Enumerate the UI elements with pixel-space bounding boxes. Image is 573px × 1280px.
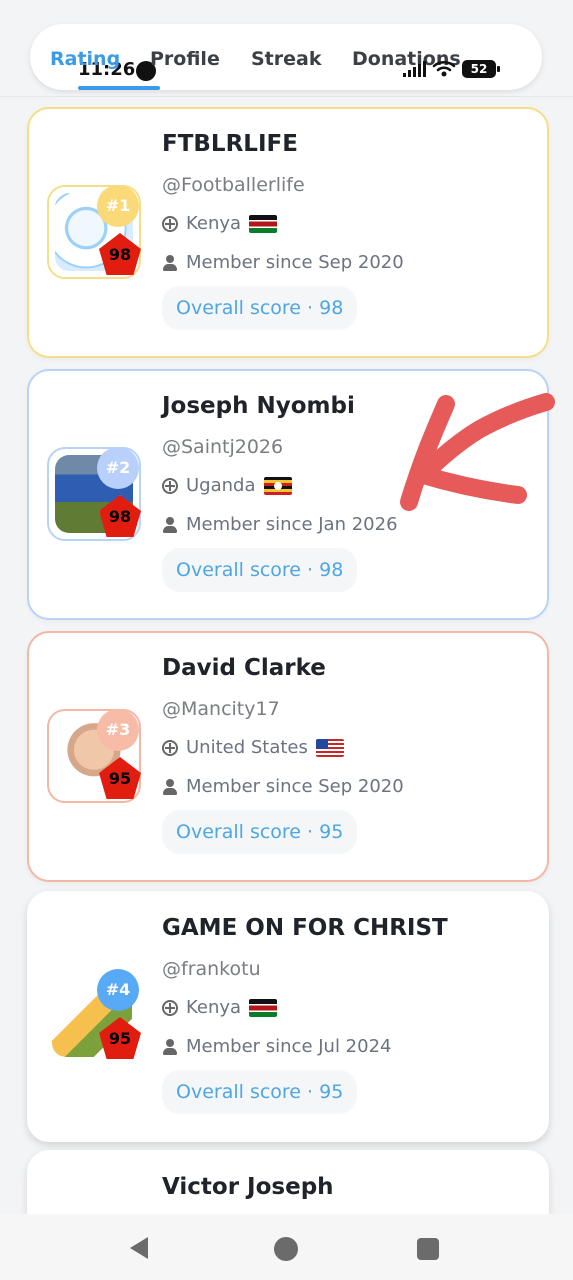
kenya-flag-icon [249, 214, 278, 233]
user-icon [162, 778, 178, 795]
member-since: Member since Sep 2020 [186, 776, 404, 797]
country-name: Uganda [186, 475, 256, 496]
status-icons: 52 [403, 60, 500, 78]
rank-badge: #1 [97, 185, 139, 227]
globe-icon [162, 739, 178, 756]
rank-badge: #2 [97, 447, 139, 489]
leaderboard-card-4[interactable]: #4 95 GAME ON FOR CHRIST @frankotu Kenya… [27, 891, 549, 1142]
player-handle: @Mancity17 [162, 698, 280, 720]
player-handle: @Footballerlife [162, 174, 305, 196]
country-name: Kenya [186, 997, 242, 1018]
avatar-wrap-4: #4 95 [47, 969, 141, 1061]
tab-profile[interactable]: Profile [150, 48, 220, 70]
player-name: Victor Joseph [162, 1174, 334, 1200]
player-handle: @frankotu [162, 958, 261, 980]
leaderboard-card-1[interactable]: #1 98 FTBLRLIFE @Footballerlife Kenya Me… [27, 107, 549, 358]
avatar-wrap-3: #3 95 [47, 709, 141, 803]
kenya-flag-icon [249, 998, 278, 1017]
country-line: Uganda [162, 475, 292, 496]
rank-badge: #4 [97, 969, 139, 1011]
tab-streak[interactable]: Streak [251, 48, 321, 70]
uganda-flag-icon [263, 476, 292, 495]
player-handle: @Saintj2026 [162, 436, 284, 458]
country-line: Kenya [162, 213, 278, 234]
back-icon[interactable] [130, 1237, 148, 1259]
user-icon [162, 516, 178, 533]
player-name: David Clarke [162, 655, 326, 681]
member-line: Member since Sep 2020 [162, 776, 404, 797]
rank-badge: #3 [97, 709, 139, 751]
player-name: GAME ON FOR CHRIST [162, 915, 448, 941]
player-name: Joseph Nyombi [162, 393, 355, 419]
member-line: Member since Sep 2020 [162, 252, 404, 273]
globe-icon [162, 999, 178, 1016]
leaderboard-card-3[interactable]: #3 95 David Clarke @Mancity17 United Sta… [27, 631, 549, 882]
member-since: Member since Sep 2020 [186, 252, 404, 273]
overall-score-pill: Overall score · 95 [162, 810, 358, 854]
system-navigation-bar [0, 1214, 573, 1280]
globe-icon [162, 477, 178, 494]
avatar-wrap-1: #1 98 [47, 185, 141, 279]
tab-rating[interactable]: Rating [50, 48, 120, 70]
user-icon [162, 1038, 178, 1055]
overall-score-pill: Overall score · 98 [162, 286, 358, 330]
annotation-arrow [400, 393, 555, 511]
battery-indicator: 52 [462, 60, 500, 78]
home-icon[interactable] [274, 1237, 298, 1261]
player-name: FTBLRLIFE [162, 131, 298, 157]
country-line: United States [162, 737, 344, 758]
country-name: United States [186, 737, 308, 758]
overall-score-pill: Overall score · 95 [162, 1070, 358, 1114]
top-header: 11:26 Rating Profile Streak Donations 52 [0, 0, 573, 97]
signal-icon [403, 61, 426, 77]
tab-bar: 11:26 Rating Profile Streak Donations 52 [30, 24, 542, 90]
user-icon [162, 254, 178, 271]
member-since: Member since Jul 2024 [186, 1036, 392, 1057]
globe-icon [162, 215, 178, 232]
member-since: Member since Jan 2026 [186, 514, 398, 535]
country-line: Kenya [162, 997, 278, 1018]
member-line: Member since Jul 2024 [162, 1036, 392, 1057]
member-line: Member since Jan 2026 [162, 514, 398, 535]
avatar-wrap-2: #2 98 [47, 447, 141, 541]
overall-score-pill: Overall score · 98 [162, 548, 358, 592]
us-flag-icon [315, 738, 344, 757]
wifi-icon [432, 61, 456, 77]
recent-apps-icon[interactable] [417, 1238, 439, 1260]
active-tab-indicator [78, 86, 160, 90]
country-name: Kenya [186, 213, 242, 234]
